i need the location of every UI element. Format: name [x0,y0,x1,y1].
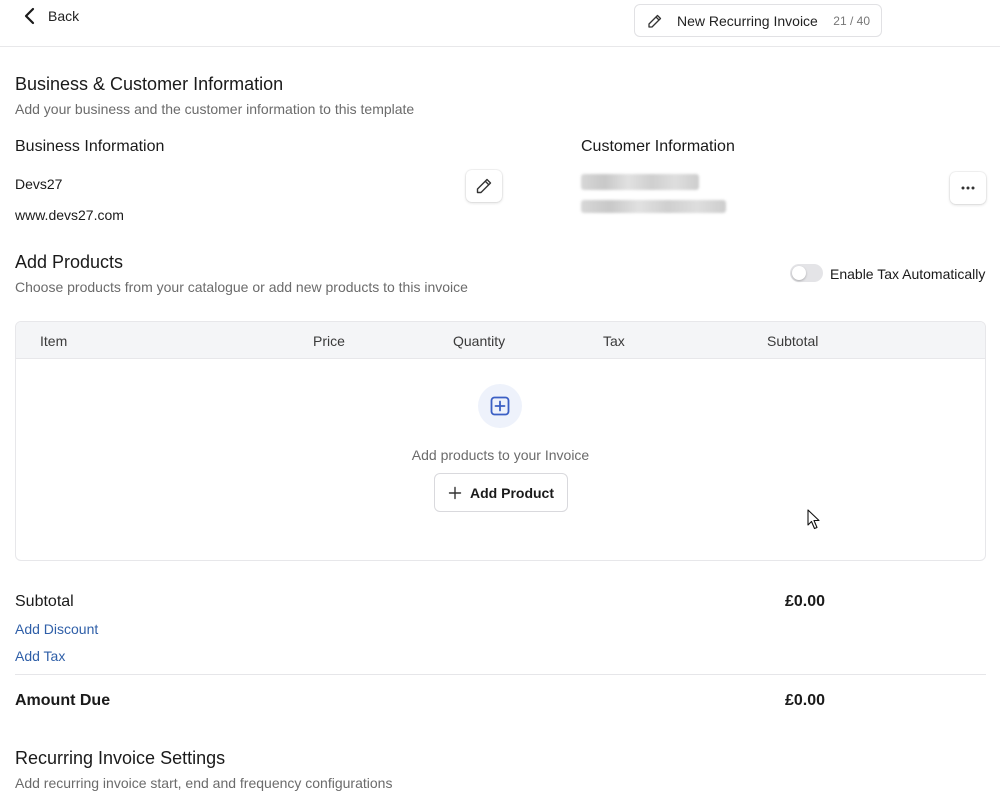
mouse-cursor-icon [807,509,820,530]
empty-state-icon-wrap [478,384,522,428]
add-discount-link[interactable]: Add Discount [15,621,98,637]
add-products-description: Choose products from your catalogue or a… [15,279,468,295]
plus-square-icon [490,396,510,416]
business-info-heading: Business Information [15,138,165,155]
add-tax-link[interactable]: Add Tax [15,648,65,664]
enable-tax-toggle[interactable] [790,264,823,282]
column-header-item: Item [40,333,68,349]
top-bar: Back New Recurring Invoice 21 / 40 [0,0,1000,47]
back-label: Back [48,8,80,24]
customer-email-redacted [581,200,726,213]
add-products-heading: Add Products [15,252,124,272]
amount-due-label: Amount Due [15,692,111,709]
toggle-knob [792,266,806,280]
business-customer-description: Add your business and the customer infor… [15,101,415,117]
business-name: Devs27 [15,176,63,192]
table-header: Item Price Quantity Tax Subtotal [16,322,985,359]
back-button[interactable]: Back [22,6,79,26]
customer-name-redacted [581,174,699,190]
pencil-icon [648,14,662,28]
subtotal-value: £0.00 [784,593,825,610]
chevron-left-icon [24,7,35,25]
amount-due-value: £0.00 [784,692,825,709]
column-header-price: Price [313,333,345,349]
subtotal-label: Subtotal [15,593,74,610]
title-char-count: 21 / 40 [833,14,870,28]
column-header-quantity: Quantity [453,333,506,349]
customer-more-button[interactable] [950,172,986,204]
business-customer-heading: Business & Customer Information [15,74,284,94]
invoice-title-text: New Recurring Invoice [677,12,818,29]
more-horizontal-icon [961,186,975,190]
column-header-tax: Tax [603,333,625,349]
recurring-settings-heading: Recurring Invoice Settings [15,748,226,768]
empty-state-message: Add products to your Invoice [411,447,590,463]
add-product-button[interactable]: Add Product [434,473,568,512]
column-header-subtotal: Subtotal [767,333,819,349]
pencil-icon [476,178,492,194]
customer-info-heading: Customer Information [581,138,735,155]
products-table: Item Price Quantity Tax Subtotal Add pro… [15,321,986,561]
business-website: www.devs27.com [15,207,124,223]
recurring-settings-description: Add recurring invoice start, end and fre… [15,775,393,791]
invoice-title-field[interactable]: New Recurring Invoice 21 / 40 [634,4,882,37]
edit-business-button[interactable] [466,170,502,202]
plus-icon [448,486,462,499]
add-product-label: Add Product [470,484,554,501]
enable-tax-label: Enable Tax Automatically [830,266,986,282]
totals-divider [15,674,986,675]
